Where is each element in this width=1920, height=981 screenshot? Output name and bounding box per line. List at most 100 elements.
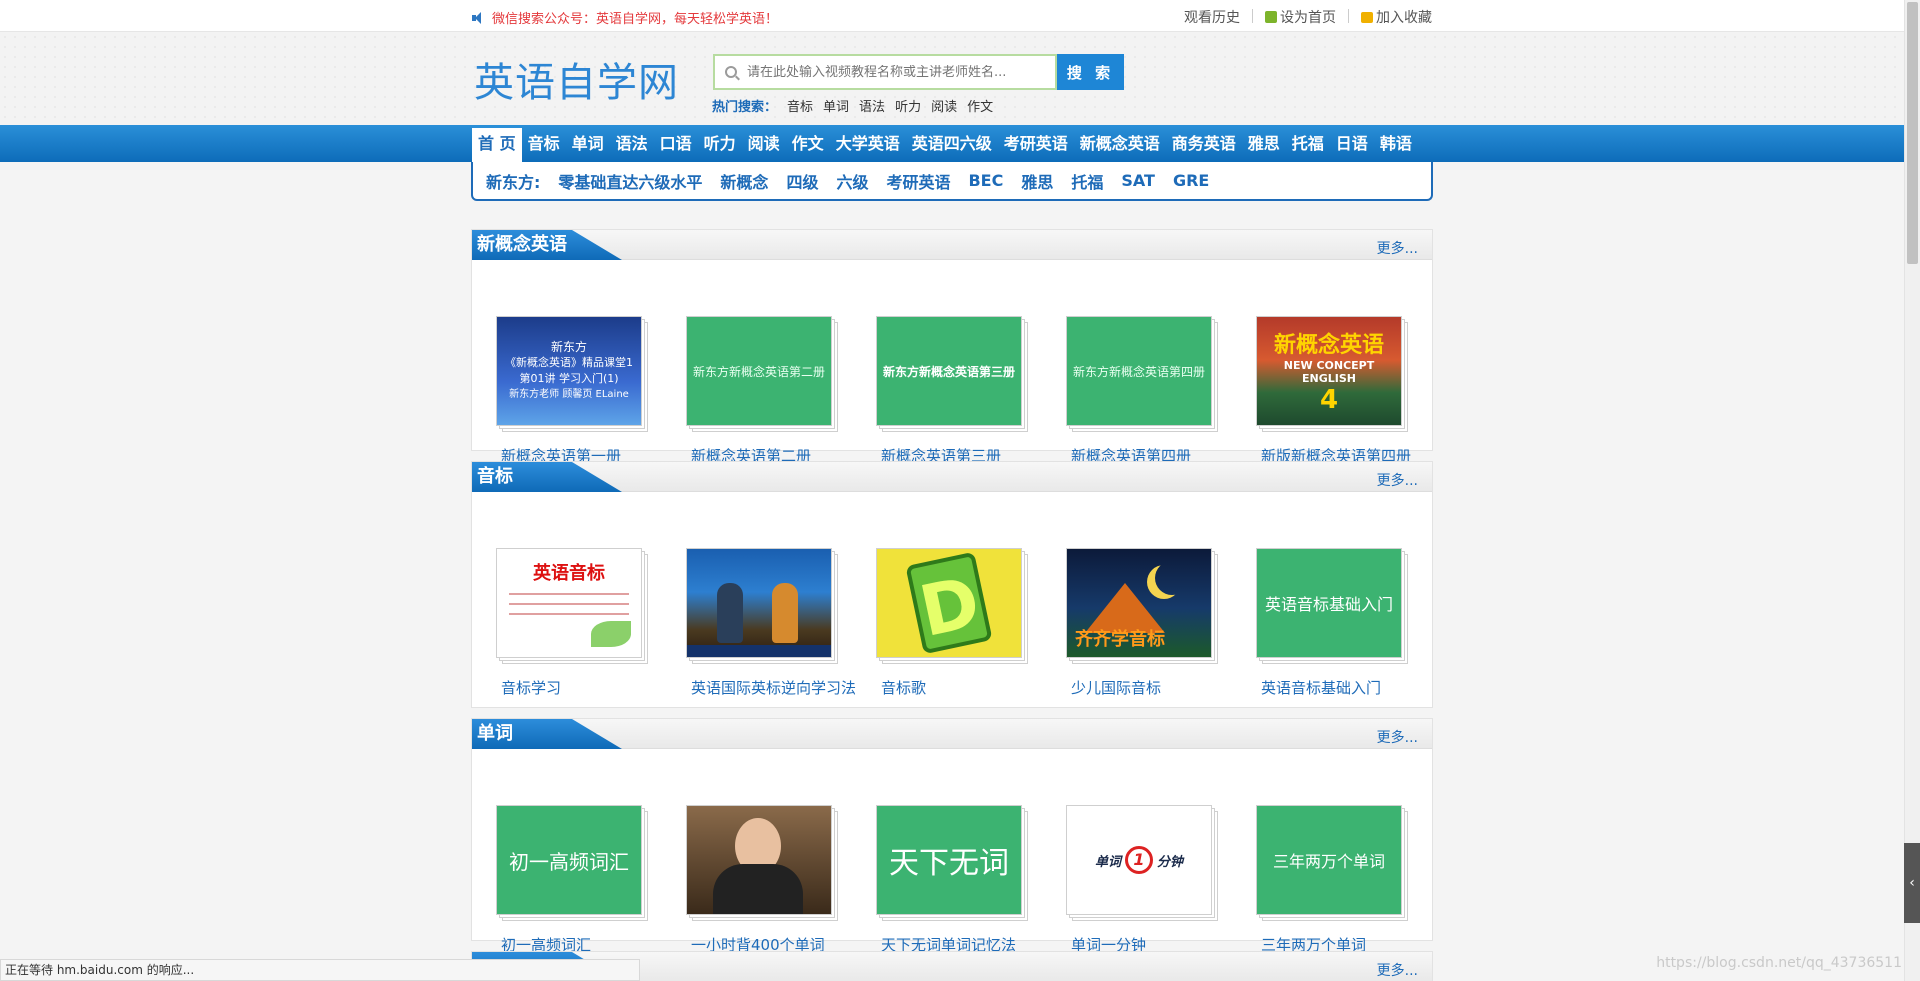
set-home-link[interactable]: 设为首页 [1265, 7, 1336, 27]
nav-item[interactable]: 雅思 [1242, 125, 1286, 162]
thumbnail[interactable]: 英语音标基础入门 [1256, 548, 1402, 658]
caption-bar [687, 645, 831, 657]
thumbnail-stack[interactable]: 单词 1 分钟 [1066, 805, 1221, 927]
sub-nav-item[interactable]: 考研英语 [886, 169, 950, 193]
search-input[interactable] [747, 64, 1047, 80]
more-link[interactable]: 更多... [1377, 727, 1418, 747]
presenter-figure [717, 583, 743, 643]
history-link[interactable]: 观看历史 [1184, 7, 1240, 27]
section-header: 单词 更多... [472, 719, 1432, 749]
sub-nav-item[interactable]: 零基础直达六级水平 [558, 169, 702, 193]
nav-item[interactable]: 英语四六级 [906, 125, 998, 162]
thumbnail-text: 新东方新概念英语第四册 [1072, 364, 1205, 379]
thumbnail-stack[interactable]: 初一高频词汇 [496, 805, 651, 927]
section-title: 音标 [472, 462, 622, 492]
nav-item[interactable]: 韩语 [1374, 125, 1418, 162]
card-caption[interactable]: 英语音标基础入门 [1261, 676, 1429, 701]
section-header: 新概念英语 更多... [472, 230, 1432, 260]
sub-nav-item[interactable]: 雅思 [1021, 169, 1053, 193]
thumbnail-stack[interactable]: 天下无词 [876, 805, 1031, 927]
thumbnail-stack[interactable]: D [876, 548, 1031, 670]
thumbnail-text: 英语音标 [533, 563, 605, 584]
nav-item[interactable]: 托福 [1286, 125, 1330, 162]
search-button[interactable]: 搜 索 [1057, 54, 1124, 90]
card-caption[interactable]: 音标学习 [501, 676, 669, 701]
thumbnail-stack[interactable]: 新东方 《新概念英语》精品课堂1 第01讲 学习入门(1) 新东方老师 顾馨页 … [496, 316, 651, 438]
thumbnail[interactable]: 新东方新概念英语第四册 [1066, 316, 1212, 426]
thumbnail[interactable]: 三年两万个单词 [1256, 805, 1402, 915]
thumbnail[interactable]: 新东方新概念英语第二册 [686, 316, 832, 426]
side-collapse-tab[interactable]: ‹ [1904, 843, 1920, 923]
search-box [713, 54, 1057, 90]
sub-nav-item[interactable]: 托福 [1071, 169, 1103, 193]
card-caption[interactable]: 音标歌 [881, 676, 1049, 701]
more-link[interactable]: 更多... [1377, 960, 1418, 980]
thumbnail[interactable]: 单词 1 分钟 [1066, 805, 1212, 915]
hot-searches: 热门搜索： 音标 单词 语法 听力 阅读 作文 [712, 96, 993, 115]
thumbnail-text: 新概念英语 [1273, 333, 1384, 358]
sub-nav-item[interactable]: GRE [1173, 171, 1209, 190]
section-title: 单词 [472, 719, 622, 749]
thumbnail[interactable]: D [876, 548, 1022, 658]
sub-nav-item[interactable]: BEC [968, 171, 1003, 190]
thumbnail[interactable]: 初一高频词汇 [496, 805, 642, 915]
hot-keyword[interactable]: 语法 [859, 96, 885, 115]
nav-item[interactable]: 语法 [610, 125, 654, 162]
nav-item[interactable]: 单词 [566, 125, 610, 162]
thumbnail[interactable]: 英语音标 [496, 548, 642, 658]
thumbnail[interactable]: 新东方新概念英语第三册 [876, 316, 1022, 426]
sub-nav-item[interactable]: SAT [1121, 171, 1155, 190]
nav-item[interactable]: 听力 [698, 125, 742, 162]
card-caption[interactable]: 英语国际英标逆向学习法 [691, 676, 859, 701]
thumbnail-stack[interactable]: 新概念英语 NEW CONCEPT ENGLISH 4 [1256, 316, 1411, 438]
nav-item[interactable]: 音标 [522, 125, 566, 162]
add-favorite-link[interactable]: 加入收藏 [1361, 7, 1432, 27]
thumbnail-stack[interactable]: 三年两万个单词 [1256, 805, 1411, 927]
sub-nav-item[interactable]: 四级 [786, 169, 818, 193]
nav-item-home[interactable]: 首 页 [472, 125, 522, 162]
sub-nav-item[interactable]: 六级 [836, 169, 868, 193]
hot-keyword[interactable]: 音标 [787, 96, 813, 115]
nav-item[interactable]: 考研英语 [998, 125, 1074, 162]
leaf-decoration [591, 621, 631, 647]
thumbnail[interactable] [686, 548, 832, 658]
nav-item[interactable]: 日语 [1330, 125, 1374, 162]
nav-item[interactable]: 作文 [786, 125, 830, 162]
nav-item[interactable]: 新概念英语 [1074, 125, 1166, 162]
nav-item[interactable]: 大学英语 [830, 125, 906, 162]
thumbnail-text: 三年两万个单词 [1272, 852, 1385, 871]
scrollbar-thumb[interactable] [1907, 2, 1918, 264]
hot-keyword[interactable]: 阅读 [931, 96, 957, 115]
sub-nav-item[interactable]: 新概念 [720, 169, 768, 193]
header: 英语自学网 搜 索 热门搜索： 音标 单词 语法 听力 阅读 作文 [0, 32, 1904, 125]
thumbnail[interactable]: 齐齐学音标 [1066, 548, 1212, 658]
thumbnail-stack[interactable]: 新东方新概念英语第三册 [876, 316, 1031, 438]
hot-keyword[interactable]: 单词 [823, 96, 849, 115]
thumbnail-stack[interactable] [686, 548, 841, 670]
hot-keyword[interactable]: 听力 [895, 96, 921, 115]
more-link[interactable]: 更多... [1377, 238, 1418, 258]
hot-keyword[interactable]: 作文 [967, 96, 993, 115]
more-link[interactable]: 更多... [1377, 470, 1418, 490]
thumbnail[interactable]: 新东方 《新概念英语》精品课堂1 第01讲 学习入门(1) 新东方老师 顾馨页 … [496, 316, 642, 426]
thumbnail[interactable] [686, 805, 832, 915]
site-logo[interactable]: 英语自学网 [474, 50, 679, 108]
thumbnail[interactable]: 天下无词 [876, 805, 1022, 915]
top-links: 观看历史 设为首页 加入收藏 [1184, 7, 1432, 27]
thumbnail-stack[interactable] [686, 805, 841, 927]
watermark: https://blog.csdn.net/qq_43736511 [1656, 955, 1902, 971]
thumbnail-stack[interactable]: 新东方新概念英语第二册 [686, 316, 841, 438]
thumbnail[interactable]: 新概念英语 NEW CONCEPT ENGLISH 4 [1256, 316, 1402, 426]
sub-nav-label[interactable]: 新东方: [486, 169, 540, 193]
thumbnail-stack[interactable]: 英语音标 [496, 548, 651, 670]
section-words: 单词 更多... 初一高频词汇 初一高频词汇 一小时背400个单词 天下无词 天… [471, 718, 1433, 954]
thumbnail-stack[interactable]: 英语音标基础入门 [1256, 548, 1411, 670]
thumbnail-stack[interactable]: 新东方新概念英语第四册 [1066, 316, 1221, 438]
vertical-scrollbar[interactable] [1904, 0, 1920, 981]
nav-item[interactable]: 阅读 [742, 125, 786, 162]
nav-item[interactable]: 口语 [654, 125, 698, 162]
thumbnail-stack[interactable]: 齐齐学音标 [1066, 548, 1221, 670]
nav-item[interactable]: 商务英语 [1166, 125, 1242, 162]
thumbnail-text: 第01讲 学习入门(1) [519, 372, 619, 385]
card-caption[interactable]: 少儿国际音标 [1071, 676, 1239, 701]
